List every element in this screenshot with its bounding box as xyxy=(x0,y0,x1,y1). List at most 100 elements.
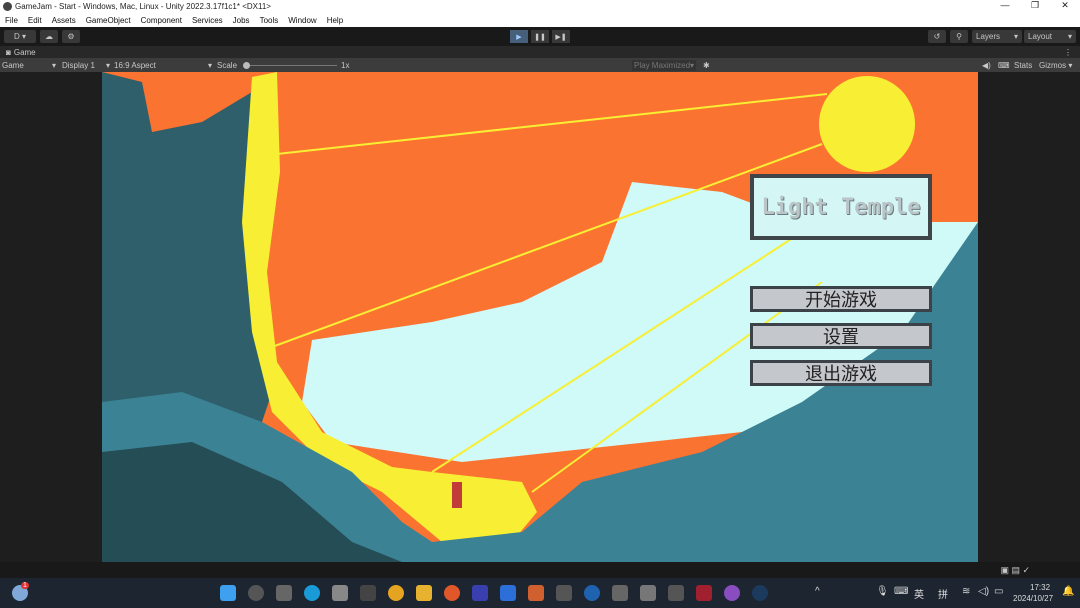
play-maximized-label: Play Maximized xyxy=(634,61,691,70)
ime-language[interactable]: 英 xyxy=(914,586,924,601)
menu-file[interactable]: File xyxy=(0,16,23,25)
account-dropdown[interactable]: D ▾ xyxy=(4,30,36,43)
clock-time[interactable]: 17:32 xyxy=(1030,583,1050,592)
bug-icon[interactable]: ✱ xyxy=(703,60,710,71)
tab-game[interactable]: Game xyxy=(14,48,36,57)
menu-help[interactable]: Help xyxy=(322,16,348,25)
menu-tools[interactable]: Tools xyxy=(255,16,284,25)
step-button[interactable]: ▶❚ xyxy=(552,30,570,43)
volume-icon[interactable]: ◁) xyxy=(978,586,989,597)
menu-assets[interactable]: Assets xyxy=(47,16,81,25)
microphone-icon[interactable]: 🎙 xyxy=(876,586,889,597)
store-icon[interactable] xyxy=(332,585,348,601)
ime-mode[interactable]: 拼 xyxy=(938,586,948,601)
tray-overflow-icon[interactable]: ^ xyxy=(815,586,820,597)
chevron-down-icon: ▾ xyxy=(207,61,212,70)
main-toolbar: D ▾ ☁ ⚙ ▶ ❚❚ ▶❚ ↺ ⚲ Layers ▾ Layout ▾ xyxy=(0,27,1080,46)
search-icon[interactable] xyxy=(248,585,264,601)
menu-component[interactable]: Component xyxy=(136,16,187,25)
status-bar: ▣ ▤ ✓ xyxy=(0,562,1080,578)
chrome-icon[interactable] xyxy=(388,585,404,601)
edge-icon[interactable] xyxy=(304,585,320,601)
play-button[interactable]: ▶ xyxy=(510,30,528,43)
game-scene-art xyxy=(102,72,978,562)
keyboard-icon[interactable]: ⌨ xyxy=(998,60,1010,71)
quit-game-button[interactable]: 退出游戏 xyxy=(750,360,932,386)
settings-icon[interactable]: ⚙ xyxy=(62,30,80,43)
aspect-label: 16:9 Aspect xyxy=(114,61,156,70)
scale-value: 1x xyxy=(341,61,350,70)
game-view-toolbar: Game ▾ Display 1 ▾ 16:9 Aspect ▾ Scale 1x P… xyxy=(0,58,1080,72)
firefox-icon[interactable] xyxy=(444,585,460,601)
menu-services[interactable]: Services xyxy=(187,16,228,25)
weather-badge: 1 xyxy=(21,582,29,589)
more-options-icon[interactable]: ⋮ xyxy=(1064,48,1072,57)
layout-dropdown[interactable]: Layout ▾ xyxy=(1024,30,1076,43)
app-icon[interactable] xyxy=(472,585,488,601)
app-icon[interactable] xyxy=(696,585,712,601)
game-mode-dropdown[interactable]: Game ▾ xyxy=(2,60,58,71)
stats-button[interactable]: Stats xyxy=(1014,60,1032,71)
minimize-button[interactable]: — xyxy=(990,0,1020,11)
player-character xyxy=(452,482,462,508)
clock-date[interactable]: 2024/10/27 xyxy=(1013,594,1053,603)
menu-gameobject[interactable]: GameObject xyxy=(81,16,136,25)
game-title-panel: Light Temple xyxy=(750,174,932,240)
game-scene[interactable]: Light Temple 开始游戏 设置 退出游戏 xyxy=(102,72,978,562)
status-icons[interactable]: ▣ ▤ ✓ xyxy=(1000,565,1030,576)
gizmos-label: Gizmos xyxy=(1039,61,1067,70)
layers-label: Layers xyxy=(976,32,1001,41)
play-maximized-dropdown[interactable]: Play Maximized ▾ xyxy=(632,60,697,71)
steam-icon[interactable] xyxy=(752,585,768,601)
mute-audio-icon[interactable]: ◀) xyxy=(982,60,991,71)
gizmos-dropdown[interactable]: Gizmos ▾ xyxy=(1039,60,1072,71)
unity-icon[interactable] xyxy=(668,585,684,601)
explorer-icon[interactable] xyxy=(416,585,432,601)
scale-label: Scale xyxy=(217,61,238,70)
game-tab-bar: ◙ Game ⋮ xyxy=(0,46,1080,58)
game-view[interactable]: Light Temple 开始游戏 设置 退出游戏 xyxy=(0,72,1080,562)
pause-button[interactable]: ❚❚ xyxy=(531,30,549,43)
app-icon[interactable] xyxy=(584,585,600,601)
start-icon[interactable] xyxy=(220,585,236,601)
layers-dropdown[interactable]: Layers ▾ xyxy=(972,30,1022,43)
display-label: Display 1 xyxy=(62,61,95,70)
unity-logo-icon xyxy=(3,2,12,11)
search-icon[interactable]: ⚲ xyxy=(950,30,968,43)
menu-jobs[interactable]: Jobs xyxy=(228,16,255,25)
window-title-bar: GameJam - Start - Windows, Mac, Linux - … xyxy=(0,0,1080,13)
window-title: GameJam - Start - Windows, Mac, Linux - … xyxy=(15,2,271,11)
settings-button[interactable]: 设置 xyxy=(750,323,932,349)
chevron-down-icon: ▾ xyxy=(105,61,110,70)
gamepad-icon: ◙ xyxy=(6,47,11,57)
menu-edit[interactable]: Edit xyxy=(23,16,47,25)
aspect-dropdown[interactable]: 16:9 Aspect ▾ xyxy=(114,60,212,71)
scale-slider[interactable] xyxy=(243,60,337,71)
history-icon[interactable]: ↺ xyxy=(928,30,946,43)
app-icon[interactable] xyxy=(612,585,628,601)
game-title: Light Temple xyxy=(761,194,921,220)
layout-label: Layout xyxy=(1028,32,1053,41)
start-game-button[interactable]: 开始游戏 xyxy=(750,286,932,312)
keyboard-icon[interactable]: ⌨ xyxy=(894,586,908,597)
task-view-icon[interactable] xyxy=(276,585,292,601)
cloud-icon[interactable]: ☁ xyxy=(40,30,58,43)
battery-icon[interactable]: ▭ xyxy=(994,586,1003,597)
chevron-down-icon: ▾ xyxy=(51,61,56,70)
sun xyxy=(819,76,915,172)
notification-icon[interactable]: 🔔 xyxy=(1062,586,1074,597)
display-dropdown[interactable]: Display 1 ▾ xyxy=(62,60,110,71)
chevron-down-icon: ▾ xyxy=(1067,32,1072,41)
app-icon[interactable] xyxy=(360,585,376,601)
close-button[interactable]: ✕ xyxy=(1050,0,1080,11)
github-icon[interactable] xyxy=(724,585,740,601)
maximize-button[interactable]: ❐ xyxy=(1020,0,1050,11)
menu-window[interactable]: Window xyxy=(283,16,321,25)
chevron-down-icon: ▾ xyxy=(1013,32,1018,41)
unity-hub-icon[interactable] xyxy=(640,585,656,601)
app-icon[interactable] xyxy=(556,585,572,601)
unity-game-icon[interactable] xyxy=(528,585,544,601)
app-icon[interactable] xyxy=(500,585,516,601)
wifi-icon[interactable]: ≋ xyxy=(962,586,970,597)
menu-bar: File Edit Assets GameObject Component Se… xyxy=(0,13,1080,27)
